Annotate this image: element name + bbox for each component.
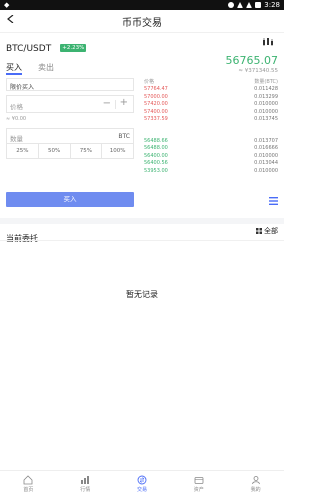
wifi-icon: [237, 2, 244, 8]
orders-divider: [0, 240, 284, 241]
change-badge: +2.23%: [60, 44, 87, 52]
all-orders-link[interactable]: 全部: [256, 226, 278, 236]
all-orders-label: 全部: [264, 227, 278, 235]
buy-button[interactable]: 买入: [6, 192, 134, 207]
ask-row[interactable]: 57000.00 0.013299: [144, 94, 278, 102]
price-input[interactable]: 价格 − +: [6, 95, 134, 113]
app-header: 币币交易: [0, 10, 284, 33]
ask-price: 57420.00: [144, 101, 168, 107]
bid-row[interactable]: 53953.00 0.010000: [144, 168, 278, 176]
grid-icon: [256, 228, 262, 234]
bid-price: 56488.66: [144, 137, 168, 144]
pair-selector[interactable]: BTC/USDT +2.23%: [6, 36, 278, 54]
ask-price: 57400.00: [144, 108, 168, 115]
section-divider: [0, 218, 284, 224]
status-bar: ◆ 3:28: [0, 0, 284, 10]
bid-row[interactable]: 56488.66 0.013707: [144, 138, 278, 146]
order-book-header: 价格 数量(BTC): [144, 78, 278, 86]
ask-price: 57337.59: [144, 116, 168, 122]
bid-qty: 0.010000: [254, 167, 278, 174]
battery-icon: [255, 2, 262, 8]
user-icon: [251, 476, 260, 485]
bid-qty: 0.010000: [254, 152, 278, 159]
nav-label: 首页: [23, 487, 34, 493]
ask-price: 57764.47: [144, 86, 168, 92]
bid-row[interactable]: 56488.00 0.016666: [144, 145, 278, 153]
ask-row[interactable]: 57420.00 0.010000: [144, 101, 278, 109]
ask-qty: 0.013299: [254, 93, 278, 100]
current-orders-title: 当前委托: [6, 234, 38, 243]
bid-row[interactable]: 56400.00 0.010000: [144, 153, 278, 161]
price-increase-button[interactable]: +: [120, 97, 128, 108]
order-book-spacer: [144, 124, 278, 138]
nav-market[interactable]: 行情: [57, 471, 114, 499]
last-price: 56765.07: [225, 54, 279, 67]
page-title: 币币交易: [122, 18, 162, 29]
nav-assets[interactable]: 资产: [170, 471, 227, 499]
price-approx-cny: ≈ ¥0.00: [6, 116, 27, 122]
order-type-select[interactable]: 限价买入 ⌄: [6, 78, 134, 91]
stepper-divider: [115, 100, 116, 109]
notification-icon: ◆: [4, 1, 10, 9]
ask-row[interactable]: 57337.59 0.013745: [144, 116, 278, 124]
depth-menu-icon[interactable]: [269, 197, 278, 205]
bid-price: 56488.00: [144, 145, 168, 151]
trade-tabs: 买入 卖出: [6, 62, 136, 75]
home-icon: [23, 475, 33, 485]
tab-sell[interactable]: 卖出: [38, 62, 54, 73]
bid-qty: 0.016666: [254, 145, 278, 151]
quantity-unit: BTC: [118, 133, 130, 140]
ob-head-price: 价格: [144, 79, 155, 85]
current-orders-header: 当前委托 全部: [6, 226, 278, 243]
ask-row[interactable]: 57764.47 0.011428: [144, 86, 278, 94]
tab-buy[interactable]: 买入: [6, 62, 22, 73]
wallet-icon: [194, 477, 204, 484]
percent-50-button[interactable]: 50%: [38, 144, 71, 159]
bid-price: 53953.00: [144, 167, 168, 174]
ask-qty: 0.010000: [254, 101, 278, 107]
percent-buttons: 25% 50% 75% 100%: [6, 144, 134, 159]
location-icon: [228, 2, 235, 8]
ask-qty: 0.010000: [254, 108, 278, 115]
nav-label: 行情: [80, 487, 91, 493]
signal-icon: [246, 2, 253, 8]
bottom-navigation: 首页 行情 交易 资产 我的: [0, 470, 284, 499]
empty-orders-text: 暂无记录: [126, 290, 158, 299]
quantity-input[interactable]: 数量 BTC: [6, 128, 134, 144]
percent-100-button[interactable]: 100%: [102, 144, 134, 159]
exchange-icon: [137, 475, 147, 485]
bid-price: 56400.00: [144, 152, 168, 159]
pair-name: BTC/USDT: [6, 44, 52, 54]
nav-label: 我的: [250, 487, 261, 493]
bid-price: 56400.56: [144, 160, 168, 166]
bid-qty: 0.013044: [254, 160, 278, 166]
order-book: 价格 数量(BTC) 57764.47 0.011428 57000.00 0.01…: [144, 78, 278, 175]
nav-label: 资产: [193, 487, 204, 493]
nav-profile[interactable]: 我的: [227, 471, 284, 499]
percent-25-button[interactable]: 25%: [6, 144, 39, 159]
bid-qty: 0.013707: [254, 137, 278, 144]
nav-label: 交易: [136, 487, 147, 493]
ob-head-qty: 数量(BTC): [254, 79, 278, 85]
ask-price: 57000.00: [144, 93, 168, 100]
ask-qty: 0.013745: [254, 116, 278, 122]
last-price-cny: ≈ ¥371340.55: [238, 68, 278, 74]
ask-row[interactable]: 57400.00 0.010000: [144, 109, 278, 117]
status-time: 3:28: [264, 1, 280, 9]
price-placeholder: 价格: [10, 103, 23, 111]
nav-home[interactable]: 首页: [0, 471, 57, 499]
nav-trade[interactable]: 交易: [114, 471, 171, 499]
price-decrease-button[interactable]: −: [103, 98, 111, 109]
ask-qty: 0.011428: [254, 86, 278, 92]
chart-icon: [81, 476, 90, 484]
tab-underline: [6, 73, 22, 75]
quantity-placeholder: 数量: [10, 135, 23, 143]
kline-chart-icon[interactable]: [262, 37, 274, 47]
percent-75-button[interactable]: 75%: [70, 144, 103, 159]
chevron-down-icon: ⌄: [10, 82, 16, 89]
bid-row[interactable]: 56400.56 0.013044: [144, 160, 278, 168]
